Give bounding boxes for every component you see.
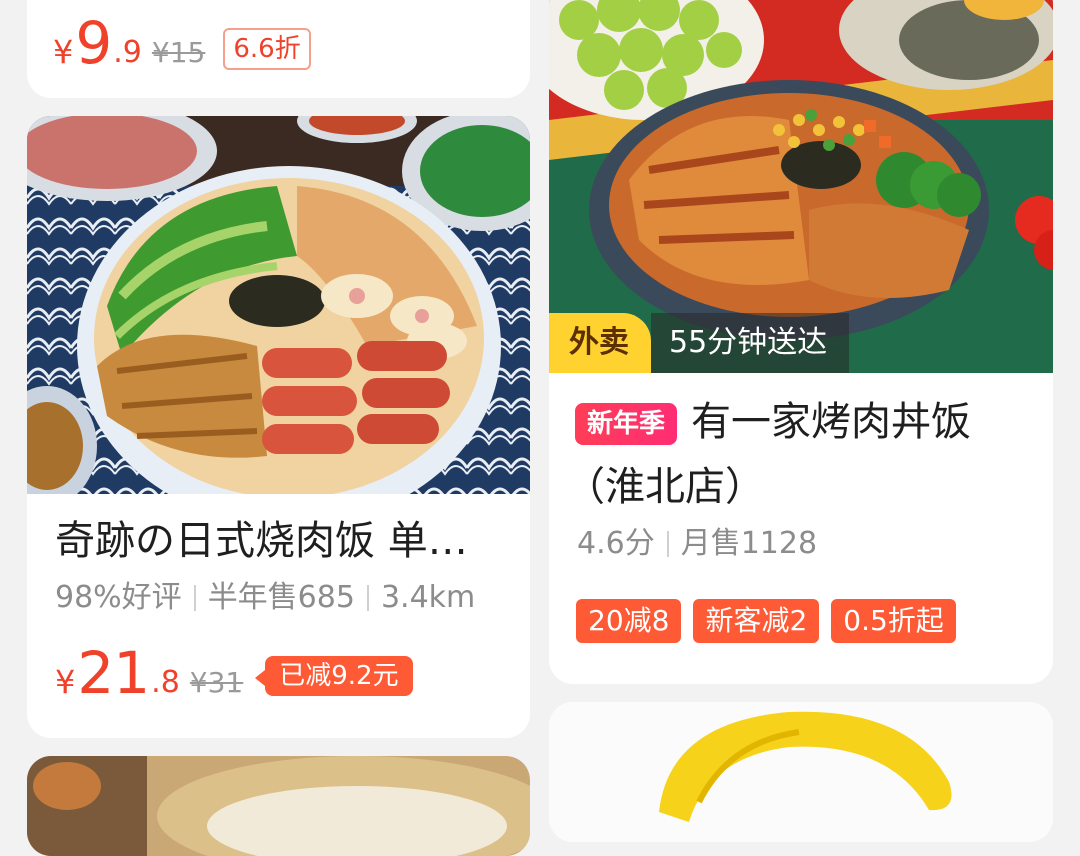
score: 4.6分 — [577, 526, 655, 561]
distance: 3.4km — [380, 580, 476, 615]
currency-symbol: ¥ — [55, 663, 76, 701]
product-card[interactable]: 奇跡の日式烧肉饭 单… 98%好评 半年售685 3.4km ¥ 21 .8 ¥… — [27, 116, 530, 738]
food-image-banana — [549, 702, 1053, 842]
promo-tags: 20减8 新客减2 0.5折起 — [576, 599, 956, 643]
shop-title-line2: （淮北店） — [565, 464, 765, 510]
discount-badge: 已减9.2元 — [255, 656, 413, 696]
new-year-badge: 新年季 — [575, 403, 678, 445]
price-integer: 21 — [77, 639, 150, 707]
rating: 98%好评 — [55, 580, 182, 615]
food-image-rice-bowl — [27, 116, 530, 494]
shop-title: 奇跡の日式烧肉饭 单… — [55, 518, 468, 564]
food-image-bamboo — [27, 756, 530, 856]
delivery-type-badge: 外卖 — [549, 313, 651, 373]
divider — [193, 585, 196, 611]
shop-name-line1: 有一家烤肉丼饭 — [691, 399, 972, 445]
price-decimal: .9 — [113, 35, 142, 70]
promo-tag: 新客减2 — [693, 599, 820, 643]
divider — [666, 531, 669, 557]
divider — [366, 585, 369, 611]
price-row: ¥ 21 .8 ¥31 已减9.2元 — [55, 639, 413, 707]
product-card[interactable] — [549, 702, 1053, 842]
monthly-sales: 月售1128 — [680, 526, 818, 561]
promo-tag: 20减8 — [576, 599, 682, 643]
promo-tag: 0.5折起 — [831, 599, 956, 643]
bamboo-tray-illustration — [27, 756, 530, 856]
shop-meta: 98%好评 半年售685 3.4km — [55, 580, 475, 616]
banana-illustration — [549, 702, 1053, 842]
rice-bowl-illustration — [27, 116, 530, 494]
sales-count: 半年售685 — [207, 580, 355, 615]
product-card[interactable]: ¥ 9 .9 ¥15 6.6折 — [27, 0, 530, 98]
product-card[interactable] — [27, 756, 530, 856]
delivery-info-bar: 外卖 55分钟送达 — [549, 313, 850, 373]
price-decimal: .8 — [151, 665, 180, 700]
original-price: ¥15 — [151, 36, 206, 69]
price-row: ¥ 9 .9 ¥15 6.6折 — [53, 9, 311, 77]
currency-symbol: ¥ — [53, 33, 74, 71]
shop-title: 新年季 有一家烤肉丼饭 — [575, 396, 971, 448]
delivery-time: 55分钟送达 — [651, 313, 850, 373]
original-price: ¥31 — [189, 666, 244, 699]
discount-badge: 6.6折 — [223, 28, 311, 70]
shop-meta: 4.6分 月售1128 — [577, 526, 817, 562]
shop-card[interactable]: 外卖 55分钟送达 新年季 有一家烤肉丼饭 （淮北店） 4.6分 月售1128 2… — [549, 0, 1053, 684]
price-integer: 9 — [75, 9, 112, 77]
